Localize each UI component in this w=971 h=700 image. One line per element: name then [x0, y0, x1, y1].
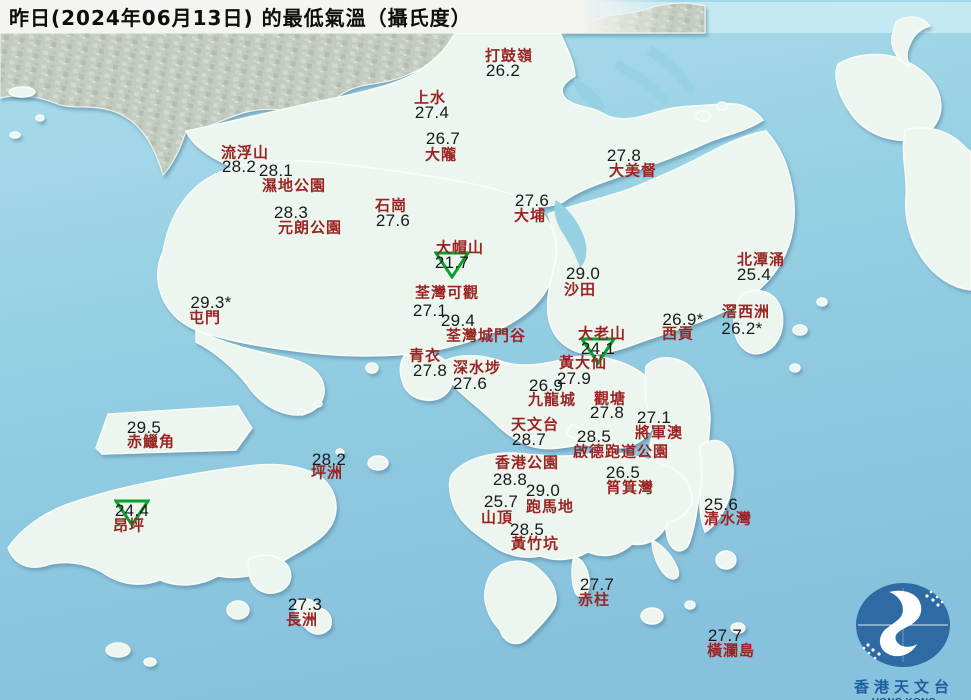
station-value: 28.5: [509, 520, 545, 539]
station-value: 27.4: [414, 103, 450, 122]
peng-chau-island: [367, 455, 389, 471]
station-value: 27.6: [375, 211, 411, 230]
station-value: 25.6: [703, 495, 739, 514]
station-name: 荃灣可觀: [414, 283, 480, 302]
station-value: 26.2: [485, 61, 521, 80]
station-value: 28.2: [311, 450, 347, 469]
hko-logo-name-zh: 香港天文台: [853, 678, 954, 696]
station-value: 27.7: [579, 575, 615, 594]
station-value: 27.7: [707, 626, 743, 645]
station-value: 29.4: [440, 311, 476, 330]
station-value: 28.8: [492, 470, 528, 489]
hko-logo-icon: [856, 583, 950, 667]
station-value: 28.1: [258, 161, 294, 180]
station-value: 28.3: [273, 203, 309, 222]
map-title: 昨日(2024年06月13日) 的最低氣溫（攝氏度）: [9, 6, 472, 30]
station-value: 26.7: [425, 129, 461, 148]
station-value: 28.7: [511, 430, 547, 449]
station-value: 28.2: [221, 157, 257, 176]
station-value: 29.0: [525, 481, 561, 500]
station-value: 21.7: [434, 253, 470, 272]
min-temperature-map: 昨日(2024年06月13日) 的最低氣溫（攝氏度） 打鼓嶺 26.2 上水 27.4…: [0, 0, 971, 700]
po-toi-island: [640, 607, 664, 625]
station-value: 28.5: [576, 427, 612, 446]
station-value: 25.7: [483, 492, 519, 511]
station-value: 26.9*: [662, 310, 704, 329]
station-value: 27.6: [514, 191, 550, 210]
map-title-bar: 昨日(2024年06月13日) 的最低氣溫（攝氏度）: [0, 0, 676, 33]
station-value: 27.8: [606, 146, 642, 165]
station-value: 27.8: [589, 403, 625, 422]
hong-kong-basemap: [0, 0, 971, 700]
station-value: 24.1: [580, 339, 616, 358]
hko-logo: 香港天文台 HONG KONG OBSERVATORY: [839, 580, 969, 700]
station-value: 27.8: [412, 361, 448, 380]
station-value: 27.1: [636, 408, 672, 427]
station-value: 29.3*: [190, 293, 232, 312]
station-value: 25.4: [736, 265, 772, 284]
station-value: 26.2*: [721, 319, 763, 338]
tung-lung-island: [715, 550, 737, 570]
station-value: 27.3: [287, 595, 323, 614]
station-value: 26.5: [605, 463, 641, 482]
station-value: 29.0: [565, 264, 601, 283]
station-value: 24.4: [114, 501, 150, 520]
station-value: 26.9: [528, 376, 564, 395]
station-value: 29.5: [126, 418, 162, 437]
station-value: 27.6: [452, 374, 488, 393]
